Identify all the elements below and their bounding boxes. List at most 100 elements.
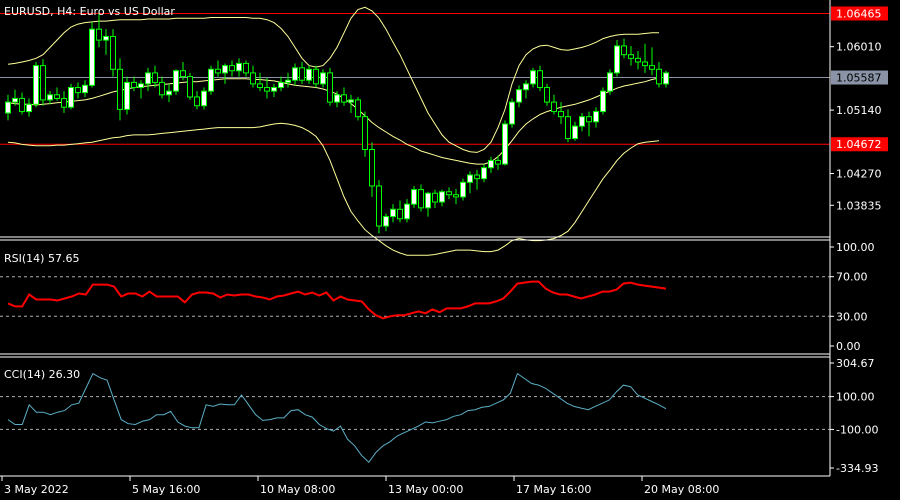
candle[interactable] — [411, 185, 417, 208]
candle[interactable] — [432, 189, 438, 208]
y-tick-label: 304.67 — [836, 357, 875, 370]
candle[interactable] — [215, 60, 221, 77]
candle[interactable] — [152, 65, 158, 88]
candle[interactable] — [145, 67, 151, 92]
candle[interactable] — [649, 47, 655, 76]
candle[interactable] — [516, 85, 522, 108]
candle-body-bear — [642, 61, 648, 67]
candle[interactable] — [264, 78, 270, 99]
rsi-line — [7, 280, 667, 320]
candle[interactable] — [222, 63, 228, 84]
candle[interactable] — [75, 82, 81, 99]
candle[interactable] — [572, 121, 578, 141]
main-price-panel[interactable]: EURUSD, H4: Euro vs US Dollar 1.06465 1.06… — [0, 5, 888, 256]
candle[interactable] — [446, 187, 452, 200]
candle[interactable] — [26, 98, 32, 117]
candle[interactable] — [257, 72, 263, 92]
candle[interactable] — [656, 61, 662, 88]
candle[interactable] — [474, 169, 480, 190]
candle[interactable] — [110, 29, 116, 77]
candle[interactable] — [124, 76, 130, 115]
candle[interactable] — [299, 61, 305, 84]
candle[interactable] — [327, 67, 333, 106]
candle[interactable] — [579, 113, 585, 132]
cci-panel[interactable]: CCI(14) 26.30 304.67 100.00 -100.00 -334.93 — [0, 357, 878, 475]
candle[interactable] — [586, 111, 592, 137]
candle[interactable] — [313, 65, 319, 88]
candle[interactable] — [348, 94, 354, 114]
candle[interactable] — [131, 76, 137, 92]
candle[interactable] — [250, 65, 256, 88]
candle[interactable] — [614, 40, 620, 77]
candle[interactable] — [103, 29, 109, 55]
candle[interactable] — [68, 83, 74, 110]
candle[interactable] — [40, 59, 46, 106]
candle[interactable] — [439, 189, 445, 207]
candle[interactable] — [628, 45, 634, 66]
candle[interactable] — [271, 83, 277, 97]
candle[interactable] — [285, 72, 291, 88]
candle[interactable] — [565, 109, 571, 143]
candle[interactable] — [642, 43, 648, 73]
candle[interactable] — [635, 51, 641, 70]
candle[interactable] — [537, 65, 543, 92]
candle[interactable] — [138, 80, 144, 99]
candle[interactable] — [243, 60, 249, 77]
candle[interactable] — [306, 65, 312, 84]
candle[interactable] — [292, 63, 298, 86]
candle[interactable] — [425, 191, 431, 217]
candle[interactable] — [467, 171, 473, 194]
candle[interactable] — [54, 87, 60, 101]
candle[interactable] — [551, 94, 557, 115]
candle[interactable] — [481, 164, 487, 183]
candle[interactable] — [418, 184, 424, 212]
candle[interactable] — [607, 69, 613, 95]
candle[interactable] — [390, 204, 396, 223]
candle[interactable] — [229, 60, 235, 77]
candle[interactable] — [383, 213, 389, 232]
candle[interactable] — [621, 38, 627, 59]
candle[interactable] — [663, 70, 669, 88]
candle[interactable] — [278, 76, 284, 92]
candle[interactable] — [187, 72, 193, 100]
candle[interactable] — [362, 111, 368, 157]
candle[interactable] — [47, 91, 53, 105]
candle[interactable] — [544, 83, 550, 106]
candle-body-bear — [19, 97, 25, 113]
candle-body-bear — [243, 62, 249, 74]
candle[interactable] — [502, 120, 508, 166]
rsi-panel[interactable]: RSI(14) 57.65 100.00 70.00 30.00 0.00 — [0, 241, 875, 353]
candle[interactable] — [82, 80, 88, 97]
candle[interactable] — [61, 91, 67, 114]
candle[interactable] — [488, 156, 494, 173]
candle[interactable] — [558, 102, 564, 124]
candle[interactable] — [208, 65, 214, 95]
candle[interactable] — [460, 178, 466, 201]
candle[interactable] — [33, 61, 39, 108]
candle[interactable] — [341, 87, 347, 106]
candle[interactable] — [320, 69, 326, 88]
candle[interactable] — [593, 107, 599, 128]
candle[interactable] — [376, 180, 382, 234]
candle[interactable] — [397, 200, 403, 223]
candle[interactable] — [453, 188, 459, 205]
candle[interactable] — [159, 76, 165, 99]
candle[interactable] — [5, 94, 11, 121]
candle[interactable] — [117, 58, 123, 121]
candle[interactable] — [509, 98, 515, 128]
candle[interactable] — [369, 142, 375, 197]
candle[interactable] — [89, 21, 95, 88]
candle[interactable] — [523, 80, 529, 99]
candle[interactable] — [166, 83, 172, 103]
candle[interactable] — [355, 96, 361, 121]
candle[interactable] — [194, 91, 200, 110]
candle[interactable] — [404, 199, 410, 223]
candle[interactable] — [173, 69, 179, 95]
candle[interactable] — [600, 87, 606, 115]
candle-body-bull — [481, 167, 487, 180]
candle[interactable] — [201, 87, 207, 110]
candle[interactable] — [530, 67, 536, 88]
candle[interactable] — [236, 58, 242, 77]
candle[interactable] — [19, 92, 25, 115]
candle-body-bear — [313, 68, 319, 85]
